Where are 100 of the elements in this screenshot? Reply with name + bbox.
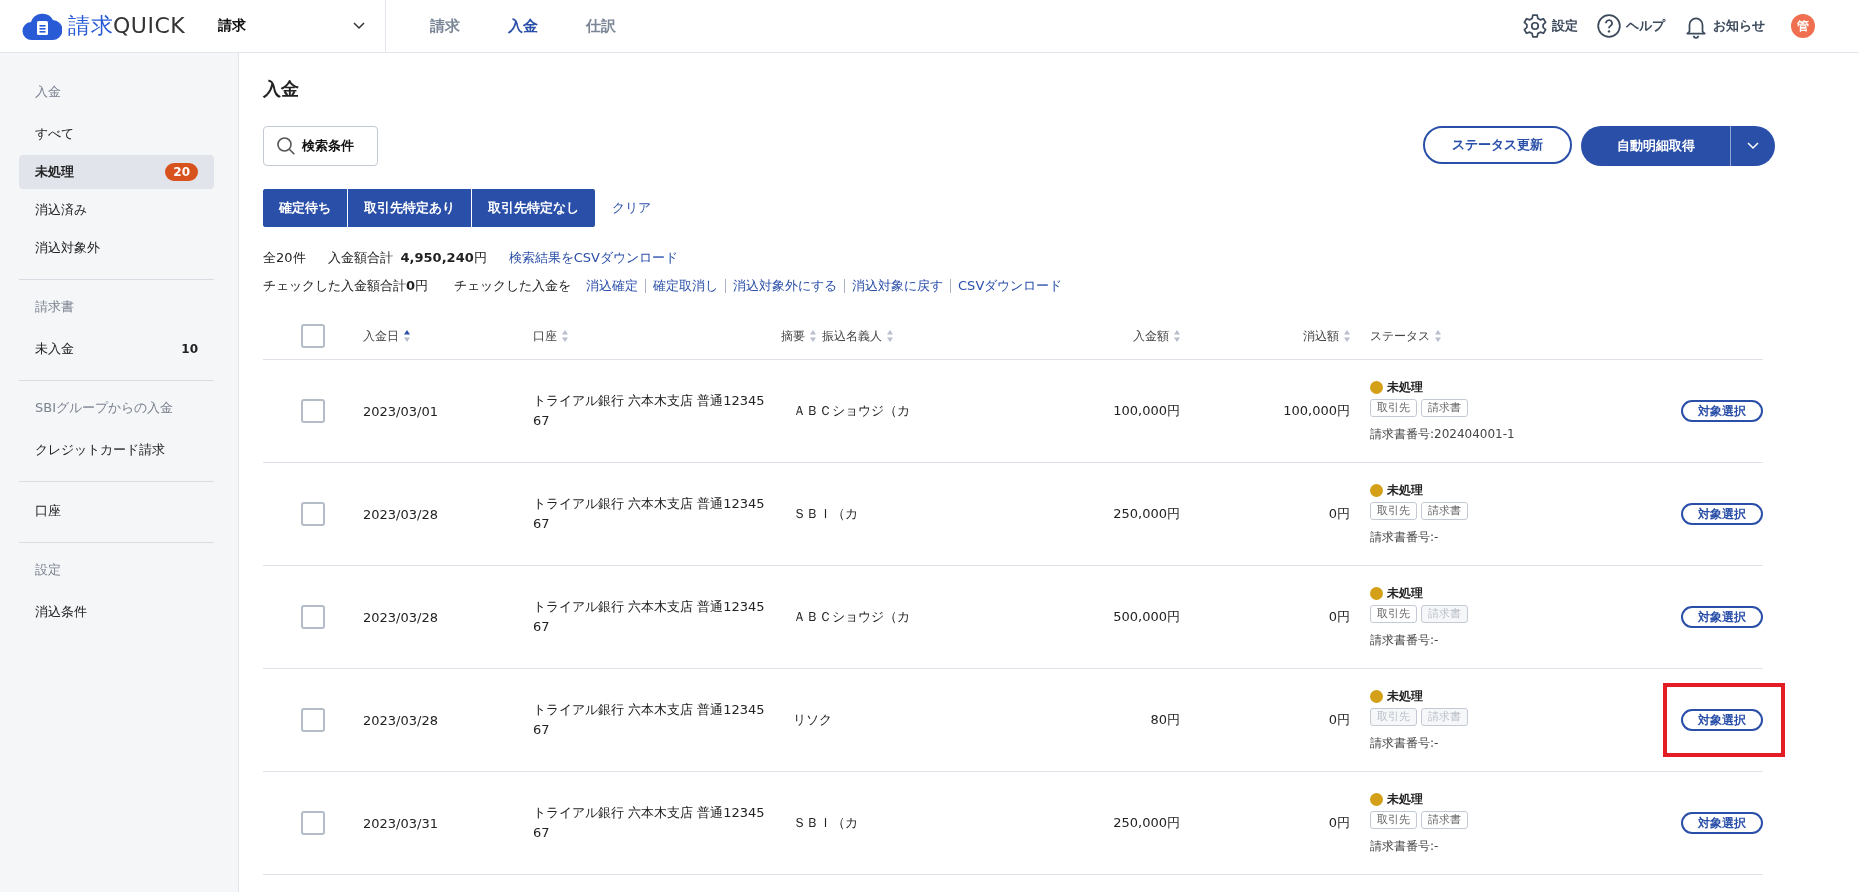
item-count: 10 (181, 342, 198, 356)
search-conditions-button[interactable]: 検索条件 (263, 126, 378, 166)
count-badge: 20 (165, 163, 198, 181)
nav-tab[interactable]: 請求 (406, 16, 484, 36)
invoice-number: 請求書番号:- (1370, 529, 1439, 546)
help-link[interactable]: ヘルプ (1596, 13, 1665, 39)
applied-amount-cell: 0円 (1328, 711, 1350, 729)
filter-toggle[interactable]: 取引先特定あり (348, 189, 472, 227)
help-icon (1596, 13, 1622, 39)
sidebar-item[interactable]: 消込済み (19, 193, 214, 227)
amount-total: 4,950,240円 (400, 249, 487, 267)
account-cell-text: トライアル銀行 六本木支店 普通1234567 (533, 598, 766, 636)
account-cell-text: トライアル銀行 六本木支店 普通1234567 (533, 701, 766, 739)
sidebar-heading: 入金 (34, 83, 62, 101)
sidebar-item[interactable]: 消込対象外 (19, 231, 214, 265)
select-target-button[interactable]: 対象選択 (1681, 812, 1763, 834)
column-header[interactable]: 入金日 (363, 327, 399, 345)
date-cell: 2023/03/28 (363, 506, 438, 522)
select-target-button[interactable]: 対象選択 (1681, 400, 1763, 422)
csv-download-link[interactable]: 検索結果をCSVダウンロード (508, 249, 678, 267)
account-cell-text: トライアル銀行 六本木支店 普通1234567 (533, 392, 766, 430)
sidebar-item[interactable]: すべて (19, 117, 214, 151)
select-target-button[interactable]: 対象選択 (1681, 606, 1763, 628)
tag: 請求書 (1421, 811, 1468, 829)
status-label: 未処理 (1387, 688, 1423, 705)
tag: 請求書 (1421, 502, 1468, 520)
payer-cell: ＳＢＩ（カ (793, 505, 858, 523)
tag: 取引先 (1370, 811, 1417, 829)
sidebar-item[interactable]: 未入金 10 (19, 332, 214, 366)
applied-amount-cell: 0円 (1328, 505, 1350, 523)
logo-text: 請求QUICK (68, 12, 186, 40)
search-icon (276, 136, 296, 156)
bell-link[interactable]: お知らせ (1683, 13, 1765, 39)
split-button[interactable]: 自動明細取得 (1581, 126, 1775, 166)
sort-icon[interactable] (404, 330, 410, 342)
column-header[interactable]: 摘要 (781, 327, 805, 345)
date-cell: 2023/03/28 (363, 609, 438, 625)
sidebar-item[interactable]: 消込条件 (19, 595, 214, 629)
amount-label: 入金額合計 (327, 249, 393, 267)
page-title: 入金 (263, 77, 300, 101)
sidebar-item[interactable]: 口座 (19, 494, 214, 528)
amount-cell: 250,000円 (1113, 505, 1180, 523)
select-all-checkbox[interactable] (301, 324, 325, 348)
amount-cell: 250,000円 (1113, 814, 1180, 832)
bulk-action-link[interactable]: 消込対象に戻す (844, 279, 951, 293)
row-checkbox[interactable] (301, 811, 325, 835)
bulk-action-link[interactable]: 確定取消し (645, 279, 726, 293)
row-checkbox[interactable] (301, 502, 325, 526)
invoice-number: 請求書番号:- (1370, 838, 1439, 855)
payer-cell: リソク (793, 711, 832, 729)
product-dropdown[interactable]: 請求 (218, 0, 386, 52)
nav-tab[interactable]: 仕訳 (562, 16, 640, 36)
clear-link[interactable]: クリア (612, 199, 651, 217)
bulk-action-link[interactable]: CSVダウンロード (950, 279, 1070, 293)
column-header[interactable]: 振込名義人 (822, 327, 882, 345)
chevron-down-icon (1747, 142, 1759, 150)
settings-link[interactable]: 設定 (1522, 13, 1578, 39)
sidebar-item[interactable]: 未処理 20 (19, 155, 214, 189)
column-header[interactable]: 消込額 (1303, 327, 1339, 345)
account-cell-text: トライアル銀行 六本木支店 普通1234567 (533, 804, 766, 842)
bulk-action-link[interactable]: 消込確定 (579, 279, 646, 293)
amount-cell: 80円 (1150, 711, 1180, 729)
status-label: 未処理 (1387, 791, 1423, 808)
select-target-button[interactable]: 対象選択 (1681, 503, 1763, 525)
nav-tab[interactable]: 入金 (484, 16, 562, 36)
date-cell: 2023/03/31 (363, 815, 438, 831)
invoice-number: 請求書番号:202404001-1 (1370, 426, 1515, 443)
row-checkbox[interactable] (301, 399, 325, 423)
date-cell: 2023/03/28 (363, 712, 438, 728)
sidebar-heading: SBIグループからの入金 (34, 399, 174, 417)
invoice-number: 請求書番号:- (1370, 735, 1439, 752)
checked-amount: 0円 (406, 277, 429, 295)
total-count: 全20件 (263, 249, 306, 267)
sidebar-item[interactable]: クレジットカード請求 (19, 433, 214, 467)
filter-toggle[interactable]: 確定待ち (263, 189, 348, 227)
column-header[interactable]: 入金額 (1133, 327, 1169, 345)
status-update-button[interactable]: ステータス更新 (1423, 126, 1572, 164)
applied-amount-cell: 0円 (1328, 814, 1350, 832)
tag: 請求書 (1421, 399, 1468, 417)
amount-cell: 100,000円 (1113, 402, 1180, 420)
payer-cell: ＡＢＣショウジ（カ (793, 608, 910, 626)
sidebar-heading: 設定 (34, 561, 62, 579)
amount-cell: 500,000円 (1113, 608, 1180, 626)
column-header[interactable]: 口座 (533, 327, 557, 345)
column-header[interactable]: ステータス (1370, 327, 1430, 345)
payer-cell: ＳＢＩ（カ (793, 814, 858, 832)
select-target-button[interactable]: 対象選択 (1681, 709, 1763, 731)
row-checkbox[interactable] (301, 708, 325, 732)
account-cell-text: トライアル銀行 六本木支店 普通1234567 (533, 495, 766, 533)
checked-amount-label: チェックした入金額合計 (263, 277, 406, 295)
invoice-number: 請求書番号:- (1370, 632, 1439, 649)
status-label: 未処理 (1387, 482, 1423, 499)
tag: 取引先 (1370, 502, 1417, 520)
checked-action-label: チェックした入金を (454, 277, 572, 295)
tag: 取引先 (1370, 399, 1417, 417)
bulk-action-link[interactable]: 消込対象外にする (725, 279, 845, 293)
payer-cell: ＡＢＣショウジ（カ (793, 402, 910, 420)
row-checkbox[interactable] (301, 605, 325, 629)
filter-toggle[interactable]: 取引先特定なし (472, 189, 596, 227)
chevron-down-icon (353, 22, 365, 30)
